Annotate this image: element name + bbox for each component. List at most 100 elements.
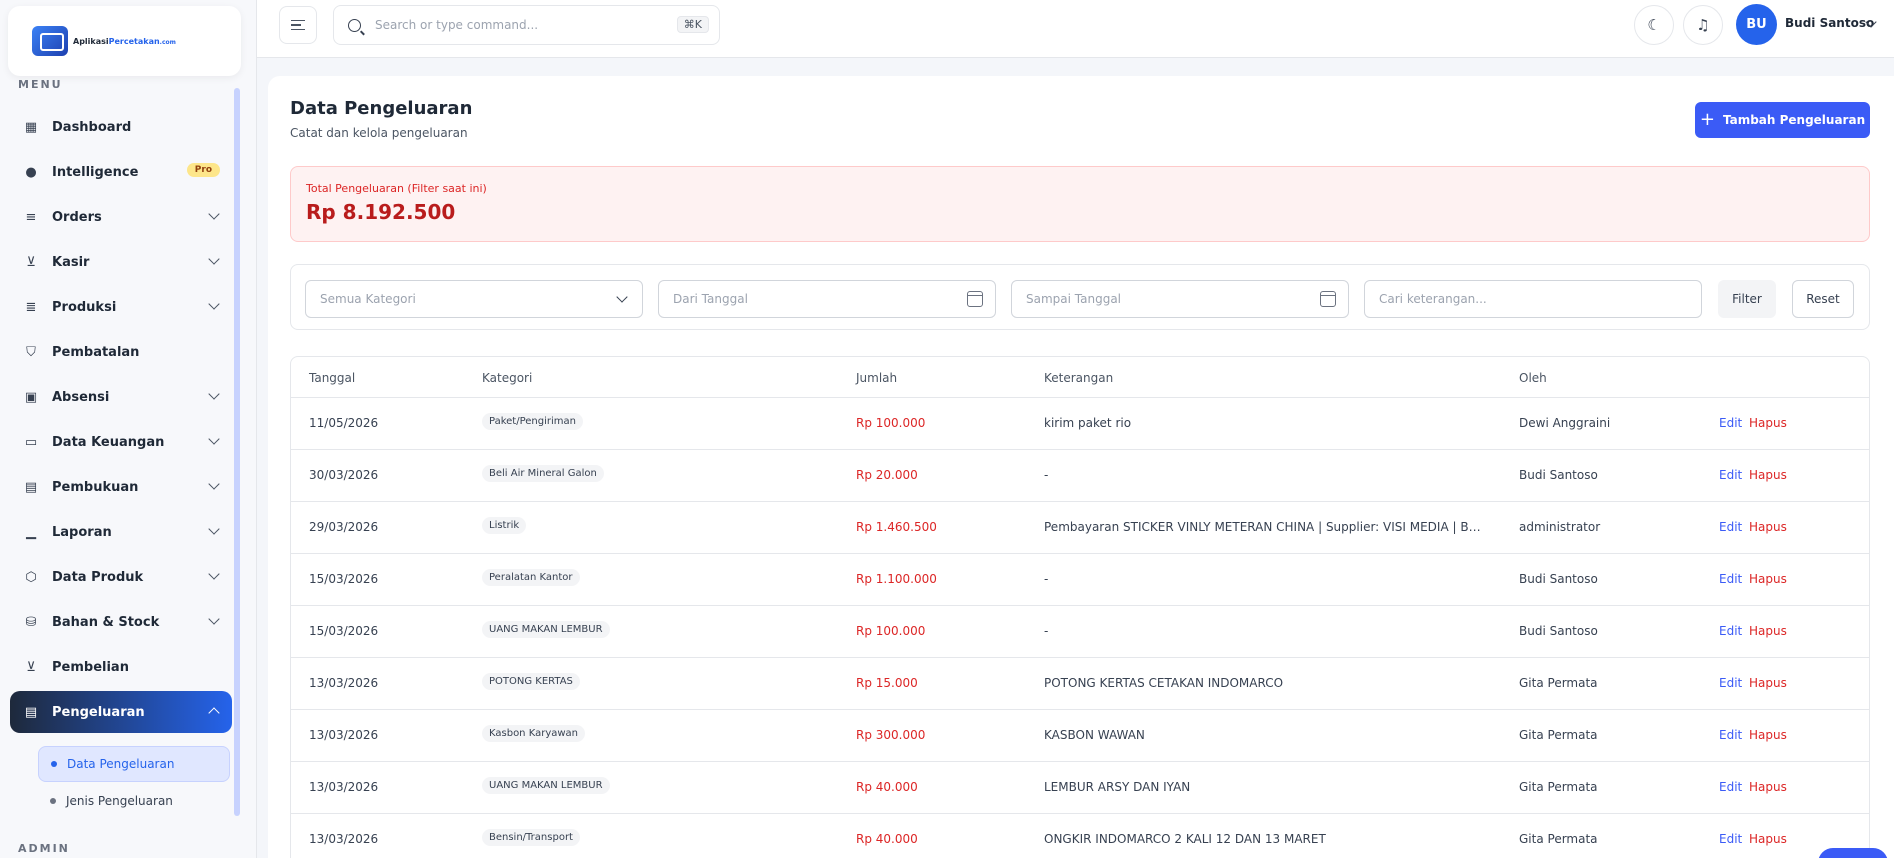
dark-mode-button[interactable]: ☾ [1634,5,1674,45]
sidebar-item-data-keuangan[interactable]: ▭ Data Keuangan [10,421,232,463]
sidebar-item-pembelian[interactable]: ⊻ Pembelian [10,646,232,688]
from-date-field[interactable]: Dari Tanggal [658,280,996,318]
table-row: 13/03/2026 POTONG KERTAS Rp 15.000 POTON… [291,657,1869,709]
category-pill: Bensin/Transport [482,829,580,846]
main-content: Data Pengeluaran Catat dan kelola pengel… [268,76,1894,858]
sidebar-scrollbar[interactable] [234,88,240,816]
page-title: Data Pengeluaran [290,98,473,119]
dashboard-icon: ▦ [24,119,38,135]
avatar[interactable]: BU [1736,4,1777,45]
logo-icon [32,26,68,56]
calendar-check-icon: ▣ [24,389,38,405]
menu-line [291,28,305,31]
menu-toggle-button[interactable] [279,6,317,44]
total-label: Total Pengeluaran (Filter saat ini) [306,182,487,195]
category-pill: Kasbon Karyawan [482,725,586,742]
edit-link[interactable]: Edit [1719,416,1742,430]
edit-link[interactable]: Edit [1719,676,1742,690]
category-pill: POTONG KERTAS [482,673,580,690]
sidebar-item-laporan[interactable]: ▁ Laporan [10,511,232,553]
sidebar-item-intelligence[interactable]: ● Intelligence Pro [10,151,232,193]
category-select[interactable]: Semua Kategori [305,280,643,318]
sidebar-item-dashboard[interactable]: ▦ Dashboard [10,106,232,148]
chevron-down-icon [208,478,220,490]
command-search[interactable]: ⌘K [333,5,720,45]
chevron-down-icon [208,613,220,625]
column-header-jumlah: Jumlah [856,371,898,385]
page-subtitle: Catat dan kelola pengeluaran [290,126,468,140]
filter-bar: Semua Kategori Dari Tanggal Sampai Tangg… [290,264,1870,330]
calendar-icon [1320,291,1336,307]
description-search-field[interactable]: Cari keterangan... [1364,280,1702,318]
moon-icon: ☾ [1647,16,1661,34]
sidebar-item-pembukuan[interactable]: ▤ Pembukuan [10,466,232,508]
user-name[interactable]: Budi Santoso [1785,16,1874,30]
edit-link[interactable]: Edit [1719,572,1742,586]
chevron-up-icon [208,707,220,719]
delete-link[interactable]: Hapus [1749,416,1787,430]
edit-link[interactable]: Edit [1719,780,1742,794]
topbar: ⌘K ☾ ♫ BU Budi Santoso [257,0,1894,58]
sidebar-item-pembatalan[interactable]: ⛉ Pembatalan [10,331,232,373]
menu-line [291,24,301,26]
logo-card[interactable]: AplikasiPercetakan.com [8,6,241,76]
delete-link[interactable]: Hapus [1749,520,1787,534]
chevron-down-icon [208,523,220,535]
sidebar-item-absensi[interactable]: ▣ Absensi [10,376,232,418]
sidebar-item-bahan-stock[interactable]: ⛁ Bahan & Stock [10,601,232,643]
category-pill: UANG MAKAN LEMBUR [482,621,610,638]
calendar-icon [967,291,983,307]
category-pill: UANG MAKAN LEMBUR [482,777,610,794]
box-icon: ⬡ [25,569,37,585]
shield-icon: ⛉ [26,344,36,360]
admin-heading: ADMIN [18,842,70,855]
table-row: 15/03/2026 Peralatan Kantor Rp 1.100.000… [291,553,1869,605]
chevron-down-icon [208,433,220,445]
edit-link[interactable]: Edit [1719,624,1742,638]
table-row: 13/03/2026 Bensin/Transport Rp 40.000 ON… [291,813,1869,858]
sidebar-subitem-data-pengeluaran[interactable]: Data Pengeluaran [38,746,230,782]
delete-link[interactable]: Hapus [1749,676,1787,690]
edit-link[interactable]: Edit [1719,728,1742,742]
sidebar-subitem-jenis-pengeluaran[interactable]: Jenis Pengeluaran [38,783,230,819]
delete-link[interactable]: Hapus [1749,832,1787,846]
edit-link[interactable]: Edit [1719,520,1742,534]
column-header-keterangan: Keterangan [1044,371,1114,385]
chevron-down-icon [208,253,220,265]
to-date-field[interactable]: Sampai Tanggal [1011,280,1349,318]
sidebar-item-data-produk[interactable]: ⬡ Data Produk [10,556,232,598]
floating-action-button[interactable] [1818,848,1888,858]
delete-link[interactable]: Hapus [1749,572,1787,586]
pro-badge: Pro [186,163,220,177]
brand-name: AplikasiPercetakan.com [73,36,176,46]
sidebar-item-orders[interactable]: ≡ Orders [10,196,232,238]
table-row: 30/03/2026 Beli Air Mineral Galon Rp 20.… [291,449,1869,501]
notification-button[interactable]: ♫ [1683,5,1723,45]
delete-link[interactable]: Hapus [1749,780,1787,794]
sidebar-item-kasir[interactable]: ⊻ Kasir [10,241,232,283]
reset-button[interactable]: Reset [1792,280,1854,318]
column-header-oleh: Oleh [1519,371,1547,385]
add-expense-button[interactable]: + Tambah Pengeluaran [1695,102,1870,138]
delete-link[interactable]: Hapus [1749,468,1787,482]
chevron-down-icon [208,298,220,310]
delete-link[interactable]: Hapus [1749,728,1787,742]
search-input[interactable] [375,18,665,32]
sidebar: AplikasiPercetakan.com MENU ▦ Dashboard … [0,0,257,858]
table-row: 13/03/2026 UANG MAKAN LEMBUR Rp 40.000 L… [291,761,1869,813]
filter-button[interactable]: Filter [1718,280,1776,318]
sidebar-item-produksi[interactable]: ≣ Produksi [10,286,232,328]
chevron-down-icon [208,388,220,400]
edit-link[interactable]: Edit [1719,468,1742,482]
database-icon: ⛁ [25,614,37,630]
menu-heading: MENU [18,78,63,91]
delete-link[interactable]: Hapus [1749,624,1787,638]
brain-icon: ● [25,164,37,180]
sidebar-item-pengeluaran[interactable]: ▤ Pengeluaran [10,691,232,733]
category-pill: Listrik [482,517,527,534]
orders-icon: ≡ [25,209,37,225]
category-pill: Peralatan Kantor [482,569,580,586]
shortcut-hint: ⌘K [676,16,709,33]
chevron-down-icon [208,568,220,580]
edit-link[interactable]: Edit [1719,832,1742,846]
